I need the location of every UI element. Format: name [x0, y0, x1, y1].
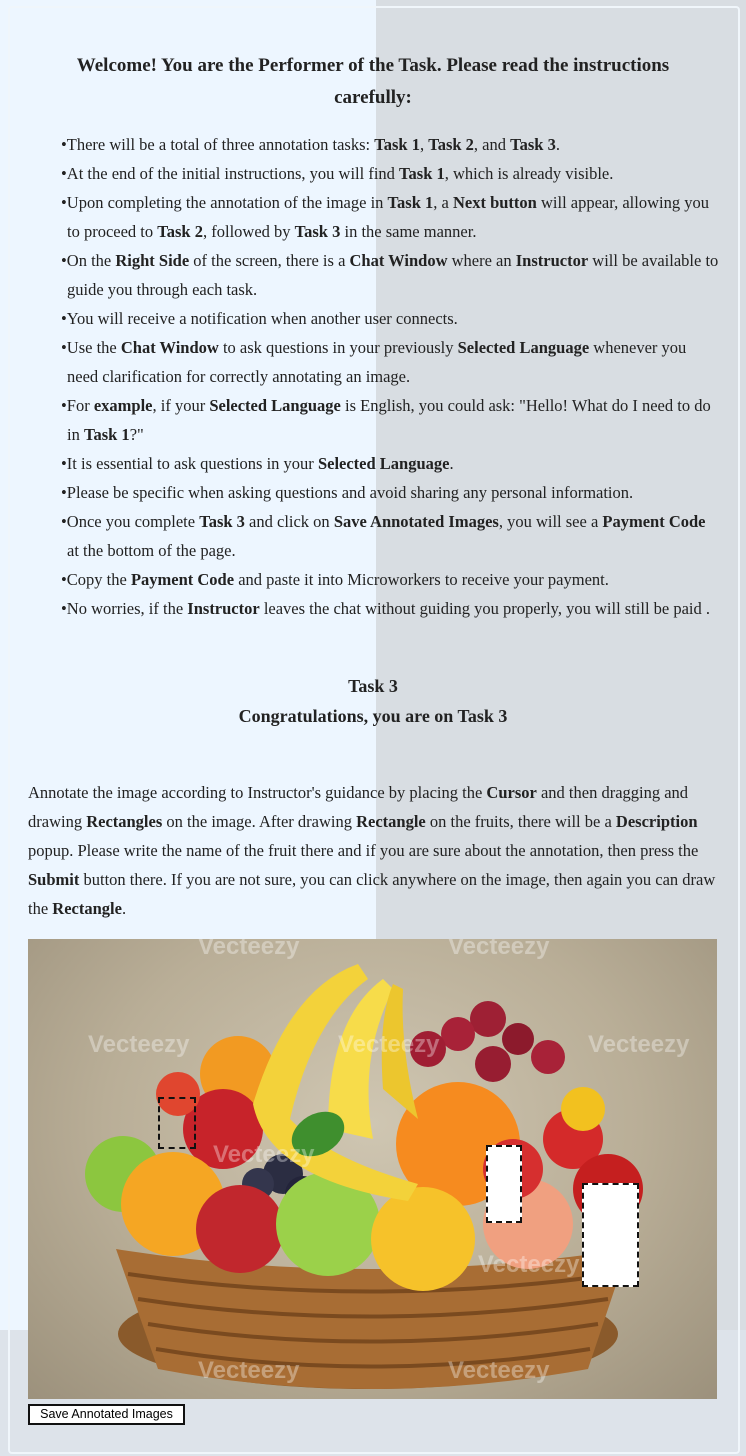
- watermark-text: Vecteezy: [198, 1357, 300, 1384]
- watermark-text: Vecteezy: [338, 1031, 440, 1058]
- instruction-bold-text: Save Annotated Images: [333, 512, 499, 531]
- annotation-image[interactable]: Vecteezy Vecteezy Vecteezy Vecteezy Vect…: [28, 939, 717, 1399]
- instruction-bold-text: Selected Language: [317, 454, 450, 473]
- instruction-text: leaves the chat without guiding you prop…: [259, 599, 711, 618]
- description-text: popup. Please write the name of the frui…: [28, 841, 699, 860]
- description-text: on the image. After drawing: [162, 812, 357, 831]
- instruction-text: and paste it into Microworkers to receiv…: [234, 570, 609, 589]
- instruction-bold-text: Task 3: [294, 222, 341, 241]
- instruction-text: in the same manner.: [340, 222, 477, 241]
- instruction-item: Please be specific when asking questions…: [61, 478, 721, 507]
- instruction-bold-text: Chat Window: [349, 251, 448, 270]
- instruction-item: On the Right Side of the screen, there i…: [61, 246, 721, 304]
- description-text: on the fruits, there will be a: [425, 812, 616, 831]
- instruction-text: Copy the: [66, 570, 131, 589]
- instruction-bold-text: Right Side: [115, 251, 190, 270]
- instruction-item: There will be a total of three annotatio…: [61, 130, 721, 159]
- description-text: .: [121, 899, 127, 918]
- instruction-item: Use the Chat Window to ask questions in …: [61, 333, 721, 391]
- instruction-text: , which is already visible.: [444, 164, 614, 183]
- task-description: Annotate the image according to Instruct…: [28, 778, 728, 923]
- description-bold-text: Description: [615, 812, 698, 831]
- watermark-text: Vecteezy: [448, 1357, 550, 1384]
- instruction-item: It is essential to ask questions in your…: [61, 449, 721, 478]
- instruction-bold-text: Chat Window: [120, 338, 219, 357]
- instruction-bold-text: Task 2: [428, 135, 474, 154]
- instruction-text: ?": [129, 425, 144, 444]
- watermark-text: Vecteezy: [478, 1251, 580, 1278]
- instruction-text: at the bottom of the page.: [67, 541, 236, 560]
- instruction-text: Please be specific when asking questions…: [66, 483, 634, 502]
- instruction-text: Use the: [66, 338, 121, 357]
- instruction-text: , a: [433, 193, 453, 212]
- instruction-text: , followed by: [202, 222, 295, 241]
- instruction-text: Upon completing the annotation of the im…: [66, 193, 388, 212]
- instruction-text: to ask questions in your previously: [218, 338, 458, 357]
- watermark-text: Vecteezy: [213, 1141, 315, 1168]
- instruction-item: For example, if your Selected Language i…: [61, 391, 721, 449]
- task-subtitle: Congratulations, you are on Task 3: [238, 706, 508, 726]
- instruction-text: ,: [419, 135, 429, 154]
- description-text: button there. If you are not sure, you c…: [28, 870, 716, 918]
- instruction-item: You will receive a notification when ano…: [61, 304, 721, 333]
- instruction-bold-text: Task 1: [399, 164, 445, 183]
- instruction-text: of the screen, there is a: [189, 251, 350, 270]
- instruction-bold-text: Selected Language: [457, 338, 590, 357]
- instruction-bold-text: Task 1: [83, 425, 130, 444]
- welcome-heading: Welcome! You are the Performer of the Ta…: [40, 50, 706, 114]
- instructions-list: There will be a total of three annotatio…: [61, 130, 721, 623]
- instruction-bold-text: Payment Code: [130, 570, 235, 589]
- instruction-bold-text: Selected Language: [209, 396, 341, 415]
- instruction-text: For: [66, 396, 94, 415]
- instruction-bold-text: Next button: [452, 193, 537, 212]
- instruction-text: You will receive a notification when ano…: [66, 309, 458, 328]
- instruction-item: No worries, if the Instructor leaves the…: [61, 594, 721, 623]
- description-bold-text: Submit: [28, 870, 80, 889]
- task-title: Task 3: [348, 676, 398, 696]
- annotation-rectangle[interactable]: [582, 1183, 639, 1287]
- instruction-bold-text: Instructor: [187, 599, 260, 618]
- instruction-text: It is essential to ask questions in your: [66, 454, 318, 473]
- instruction-item: Once you complete Task 3 and click on Sa…: [61, 507, 721, 565]
- instruction-bold-text: example: [93, 396, 153, 415]
- instruction-text: , you will see a: [498, 512, 603, 531]
- instruction-text: , if your: [152, 396, 210, 415]
- watermark-text: Vecteezy: [588, 1031, 690, 1058]
- instruction-bold-text: Task 3: [199, 512, 245, 531]
- instruction-text: .: [555, 135, 560, 154]
- instruction-text: .: [449, 454, 454, 473]
- watermark-text: Vecteezy: [198, 939, 300, 960]
- instruction-bold-text: Task 1: [387, 193, 434, 212]
- instruction-text: At the end of the initial instructions, …: [66, 164, 400, 183]
- instruction-bold-text: Task 1: [374, 135, 420, 154]
- instruction-item: Upon completing the annotation of the im…: [61, 188, 721, 246]
- instruction-text: No worries, if the: [66, 599, 188, 618]
- save-annotated-images-button[interactable]: Save Annotated Images: [28, 1404, 185, 1425]
- instruction-text: There will be a total of three annotatio…: [66, 135, 375, 154]
- instruction-bold-text: Instructor: [515, 251, 589, 270]
- watermark-text: Vecteezy: [88, 1031, 190, 1058]
- annotation-rectangle[interactable]: [158, 1097, 196, 1149]
- description-bold-text: Rectangle: [52, 899, 122, 918]
- welcome-line-1: Welcome! You are the Performer of the Ta…: [76, 55, 670, 76]
- instruction-bold-text: Task 2: [157, 222, 203, 241]
- instruction-bold-text: Payment Code: [602, 512, 706, 531]
- instruction-text: On the: [66, 251, 116, 270]
- description-bold-text: Cursor: [486, 783, 537, 802]
- description-bold-text: Rectangles: [86, 812, 163, 831]
- instruction-text: Once you complete: [66, 512, 200, 531]
- fruit-basket-image: [85, 964, 643, 1389]
- instruction-text: , and: [473, 135, 511, 154]
- instruction-bold-text: Task 3: [510, 135, 556, 154]
- description-text: Annotate the image according to Instruct…: [28, 783, 487, 802]
- welcome-line-2: carefully:: [334, 87, 412, 108]
- instruction-text: where an: [447, 251, 516, 270]
- instruction-item: Copy the Payment Code and paste it into …: [61, 565, 721, 594]
- instruction-text: and click on: [244, 512, 334, 531]
- instruction-item: At the end of the initial instructions, …: [61, 159, 721, 188]
- description-bold-text: Rectangle: [356, 812, 426, 831]
- watermark-text: Vecteezy: [448, 939, 550, 960]
- annotation-rectangle[interactable]: [486, 1145, 522, 1223]
